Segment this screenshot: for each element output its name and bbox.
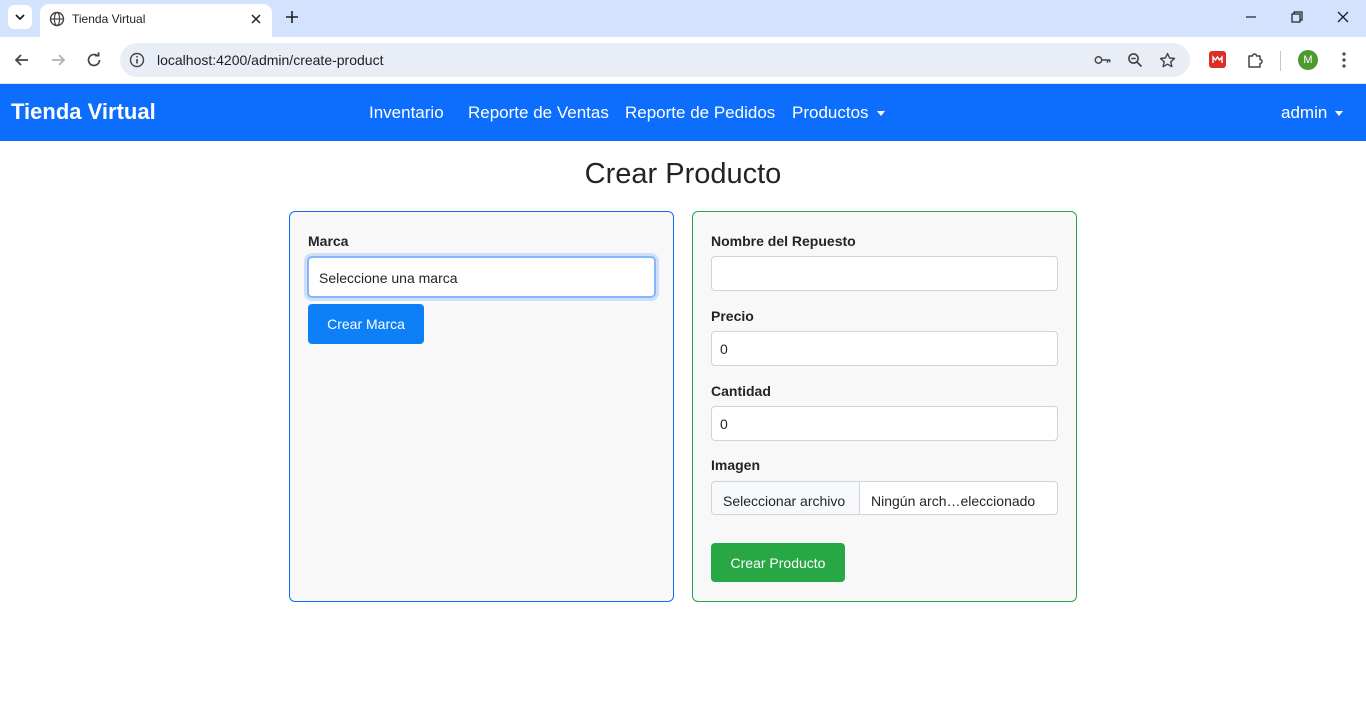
- restore-icon: [1291, 11, 1303, 23]
- brand-select-value: Seleccione una marca: [319, 270, 458, 286]
- app-navbar: Tienda Virtual Inventario Reporte de Ven…: [0, 84, 1366, 141]
- caret-down-icon: [876, 111, 885, 117]
- browser-tab[interactable]: Tienda Virtual: [40, 4, 272, 37]
- user-menu-label: admin: [1281, 103, 1328, 122]
- arrow-left-icon: [14, 54, 28, 66]
- image-file-input[interactable]: Seleccionar archivo Ningún arch…eleccion…: [711, 481, 1058, 515]
- puzzle-icon: [1248, 53, 1263, 68]
- forward-button[interactable]: [47, 49, 69, 71]
- navbar-brand[interactable]: Tienda Virtual: [11, 99, 156, 125]
- reload-icon: [87, 52, 101, 67]
- minimize-button[interactable]: [1241, 7, 1261, 27]
- extension-red-icon[interactable]: [1209, 51, 1226, 68]
- brand-select[interactable]: Seleccione una marca: [307, 256, 656, 298]
- minimize-icon: [1246, 16, 1256, 18]
- part-name-input[interactable]: [711, 256, 1058, 291]
- kebab-menu-icon: [1342, 52, 1346, 68]
- close-icon: [1337, 11, 1349, 23]
- zoom-icon[interactable]: [1126, 51, 1144, 69]
- quantity-label: Cantidad: [711, 383, 771, 399]
- plus-icon: [286, 11, 298, 23]
- close-window-button[interactable]: [1333, 7, 1353, 27]
- browser-tabstrip: Tienda Virtual: [0, 0, 1366, 37]
- arrow-right-icon: [52, 54, 66, 66]
- globe-icon: [49, 11, 65, 27]
- quantity-input[interactable]: 0: [711, 406, 1058, 441]
- key-icon[interactable]: [1094, 51, 1112, 69]
- tab-search-button[interactable]: [8, 5, 32, 29]
- product-card: Nombre del Repuesto Precio 0 Cantidad 0 …: [692, 211, 1077, 602]
- part-name-label: Nombre del Repuesto: [711, 233, 856, 249]
- nav-link-reporte-pedidos[interactable]: Reporte de Pedidos: [625, 103, 775, 123]
- reload-button[interactable]: [83, 49, 105, 71]
- choose-file-button[interactable]: Seleccionar archivo: [712, 482, 860, 514]
- toolbar-divider: [1280, 51, 1281, 71]
- chevron-down-icon: [15, 14, 25, 21]
- price-input[interactable]: 0: [711, 331, 1058, 366]
- restore-button[interactable]: [1287, 7, 1307, 27]
- profile-avatar[interactable]: M: [1298, 50, 1318, 70]
- site-info-icon[interactable]: [128, 51, 146, 69]
- address-bar[interactable]: localhost:4200/admin/create-product: [120, 43, 1190, 77]
- price-label: Precio: [711, 308, 754, 324]
- browser-toolbar: localhost:4200/admin/create-product M: [0, 37, 1366, 84]
- file-status-text: Ningún arch…eleccionado: [871, 493, 1036, 509]
- create-brand-button[interactable]: Crear Marca: [308, 304, 424, 344]
- extensions-button[interactable]: [1244, 49, 1266, 71]
- url-text[interactable]: localhost:4200/admin/create-product: [157, 52, 383, 68]
- back-button[interactable]: [11, 49, 33, 71]
- image-label: Imagen: [711, 457, 761, 473]
- new-tab-button[interactable]: [282, 7, 302, 27]
- caret-down-icon: [1335, 111, 1344, 117]
- nav-dropdown-productos[interactable]: Productos: [792, 103, 885, 123]
- nav-link-inventario[interactable]: Inventario: [369, 103, 444, 123]
- tab-close-button[interactable]: [247, 10, 265, 28]
- nav-dropdown-productos-label: Productos: [792, 103, 869, 122]
- brand-card: Marca Seleccione una marca Crear Marca: [289, 211, 674, 602]
- tab-title: Tienda Virtual: [72, 12, 146, 26]
- brand-label: Marca: [308, 233, 349, 249]
- star-icon[interactable]: [1158, 51, 1176, 69]
- nav-link-reporte-ventas[interactable]: Reporte de Ventas: [468, 103, 609, 123]
- browser-menu-button[interactable]: [1333, 49, 1355, 71]
- create-product-button[interactable]: Crear Producto: [711, 543, 845, 582]
- user-menu-dropdown[interactable]: admin: [1281, 103, 1344, 123]
- page-title: Crear Producto: [584, 158, 782, 190]
- close-icon: [251, 14, 261, 24]
